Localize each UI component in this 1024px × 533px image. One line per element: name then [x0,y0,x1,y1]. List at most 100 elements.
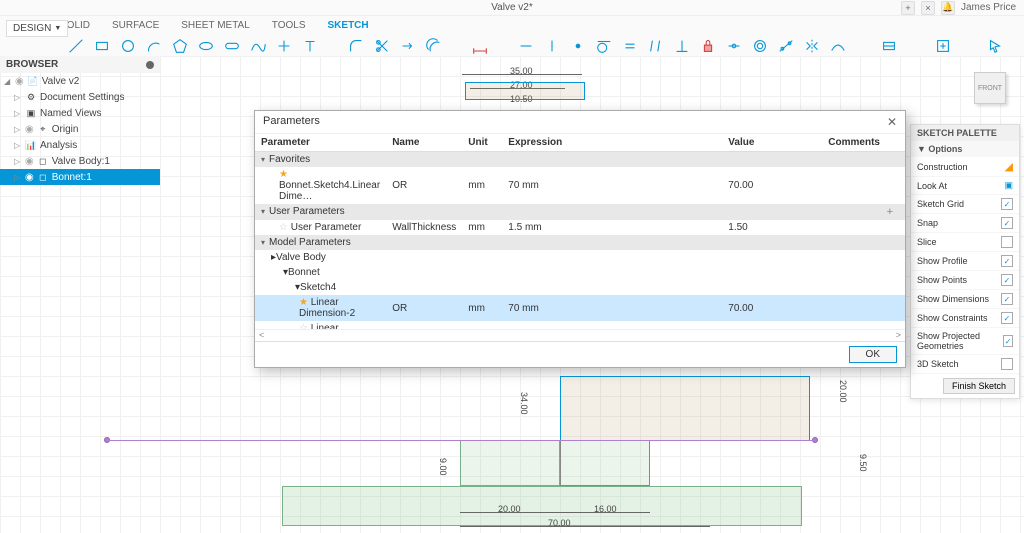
dialog-hscroll[interactable]: <> [255,329,905,341]
section-model-parameters[interactable]: ▾Model Parameters [255,235,905,250]
col-name[interactable]: Name [386,134,462,152]
sketch-profile[interactable] [465,82,585,100]
notification-icon[interactable]: 🔔 [941,1,955,15]
palette-row-show-dimensions[interactable]: Show Dimensions [911,290,1019,309]
extend-tool[interactable] [396,34,420,58]
browser-bonnet[interactable]: ▷◉◻Bonnet:1 [0,169,160,185]
text-tool[interactable] [298,34,322,58]
polygon-tool[interactable] [168,34,192,58]
palette-row-show-constraints[interactable]: Show Constraints [911,309,1019,328]
param-row[interactable]: ☆ User ParameterWallThicknessmm1.5 mm1.5… [255,220,905,235]
browser-header[interactable]: BROWSER [0,56,160,73]
checkbox[interactable] [1001,312,1013,324]
checkbox[interactable] [1001,217,1013,229]
palette-row-slice[interactable]: Slice [911,233,1019,252]
user-name[interactable]: James Price [961,2,1016,13]
palette-row-look-at[interactable]: Look At▣ [911,177,1019,195]
checkbox[interactable] [1001,198,1013,210]
checkbox[interactable] [1001,358,1013,370]
palette-row-show-points[interactable]: Show Points [911,271,1019,290]
tangent-constraint[interactable] [592,34,616,58]
dim-95[interactable]: 9.50 [858,454,868,472]
inspect-tool[interactable] [877,34,901,58]
param-row[interactable]: ☆ Linear Dimension-3d596mm9 mm9.00 [255,321,905,329]
checkbox[interactable] [1001,293,1013,305]
dim-34[interactable]: 34.00 [519,392,529,415]
palette-row-3d-sketch[interactable]: 3D Sketch [911,355,1019,374]
symmetry-constraint[interactable] [800,34,824,58]
close-icon[interactable]: ✕ [887,115,897,129]
rectangle-tool[interactable] [90,34,114,58]
equal-constraint[interactable] [618,34,642,58]
dim-20r[interactable]: 20.00 [838,380,848,403]
midpoint-constraint[interactable] [722,34,746,58]
checkbox[interactable] [1001,255,1013,267]
horizontal-constraint[interactable] [514,34,538,58]
palette-row-show-profile[interactable]: Show Profile [911,252,1019,271]
insert-tool[interactable] [931,34,955,58]
checkbox[interactable] [1003,335,1013,347]
ellipse-tool[interactable] [194,34,218,58]
line-tool[interactable] [64,34,88,58]
trim-tool[interactable] [370,34,394,58]
dim-9[interactable]: 9.00 [438,458,448,476]
offset-tool[interactable] [422,34,446,58]
tree-valve-body[interactable]: ▸Valve Body [255,250,905,265]
palette-row-sketch-grid[interactable]: Sketch Grid [911,195,1019,214]
col-comments[interactable]: Comments [822,134,905,152]
point-tool[interactable] [272,34,296,58]
browser-docsettings[interactable]: ▷⚙Document Settings [0,89,160,105]
tab-tools[interactable]: TOOLS [272,20,306,31]
fillet-tool[interactable] [344,34,368,58]
sketch-profile-2[interactable] [560,376,810,441]
viewcube-face[interactable]: FRONT [974,72,1006,104]
vertical-constraint[interactable] [540,34,564,58]
sketch-profile-3[interactable] [282,486,802,526]
palette-row-show-projected-geometries[interactable]: Show Projected Geometries [911,328,1019,355]
col-value[interactable]: Value [722,134,822,152]
section-favorites[interactable]: ▾Favorites [255,152,905,168]
palette-row-construction[interactable]: Construction◢ [911,157,1019,177]
browser-origin[interactable]: ▷◉⌖Origin [0,121,160,137]
slot-tool[interactable] [220,34,244,58]
browser-namedviews[interactable]: ▷▣Named Views [0,105,160,121]
parallel-constraint[interactable] [644,34,668,58]
palette-title[interactable]: SKETCH PALETTE [911,125,1019,141]
checkbox[interactable] [1001,236,1013,248]
workspace-combo[interactable]: DESIGN▼ [6,20,68,37]
tab-sheetmetal[interactable]: SHEET METAL [181,20,250,31]
palette-row-snap[interactable]: Snap [911,214,1019,233]
arc-tool[interactable] [142,34,166,58]
palette-finish-button[interactable]: Finish Sketch [943,378,1015,394]
curvature-constraint[interactable] [826,34,850,58]
select-tool[interactable] [983,34,1007,58]
ok-button[interactable]: OK [849,346,897,363]
browser-valvebody[interactable]: ▷◉◻Valve Body:1 [0,153,160,169]
concentric-constraint[interactable] [748,34,772,58]
param-row[interactable]: ★ Linear Dimension-2ORmm70 mm70.00 [255,295,905,321]
browser-root[interactable]: ◢◉📄Valve v2 [0,73,160,89]
spline-tool[interactable] [246,34,270,58]
tree-bonnet[interactable]: ▾Bonnet [255,265,905,280]
tab-sketch[interactable]: SKETCH [328,20,369,31]
palette-options-hdr[interactable]: ▼ Options [911,141,1019,157]
window-btn-2[interactable]: × [921,1,935,15]
dialog-titlebar[interactable]: Parameters ✕ [255,111,905,134]
coincident-constraint[interactable] [566,34,590,58]
viewcube[interactable]: FRONT [970,68,1010,108]
browser-analysis[interactable]: ▷📊Analysis [0,137,160,153]
tree-sketch4[interactable]: ▾Sketch4 [255,280,905,295]
sketch-profile-5[interactable] [560,440,650,486]
section-user-parameters[interactable]: ▾User Parameters+ [255,204,905,220]
col-unit[interactable]: Unit [462,134,502,152]
circle-tool[interactable] [116,34,140,58]
col-expression[interactable]: Expression [502,134,722,152]
window-btn-1[interactable]: + [901,1,915,15]
col-parameter[interactable]: Parameter [255,134,386,152]
perpendicular-constraint[interactable] [670,34,694,58]
param-row[interactable]: ★ Bonnet.Sketch4.Linear Dime…ORmm70 mm70… [255,167,905,204]
construction-line[interactable] [107,440,815,441]
sketch-profile-4[interactable] [460,440,560,486]
collinear-constraint[interactable] [774,34,798,58]
fix-constraint[interactable] [696,34,720,58]
